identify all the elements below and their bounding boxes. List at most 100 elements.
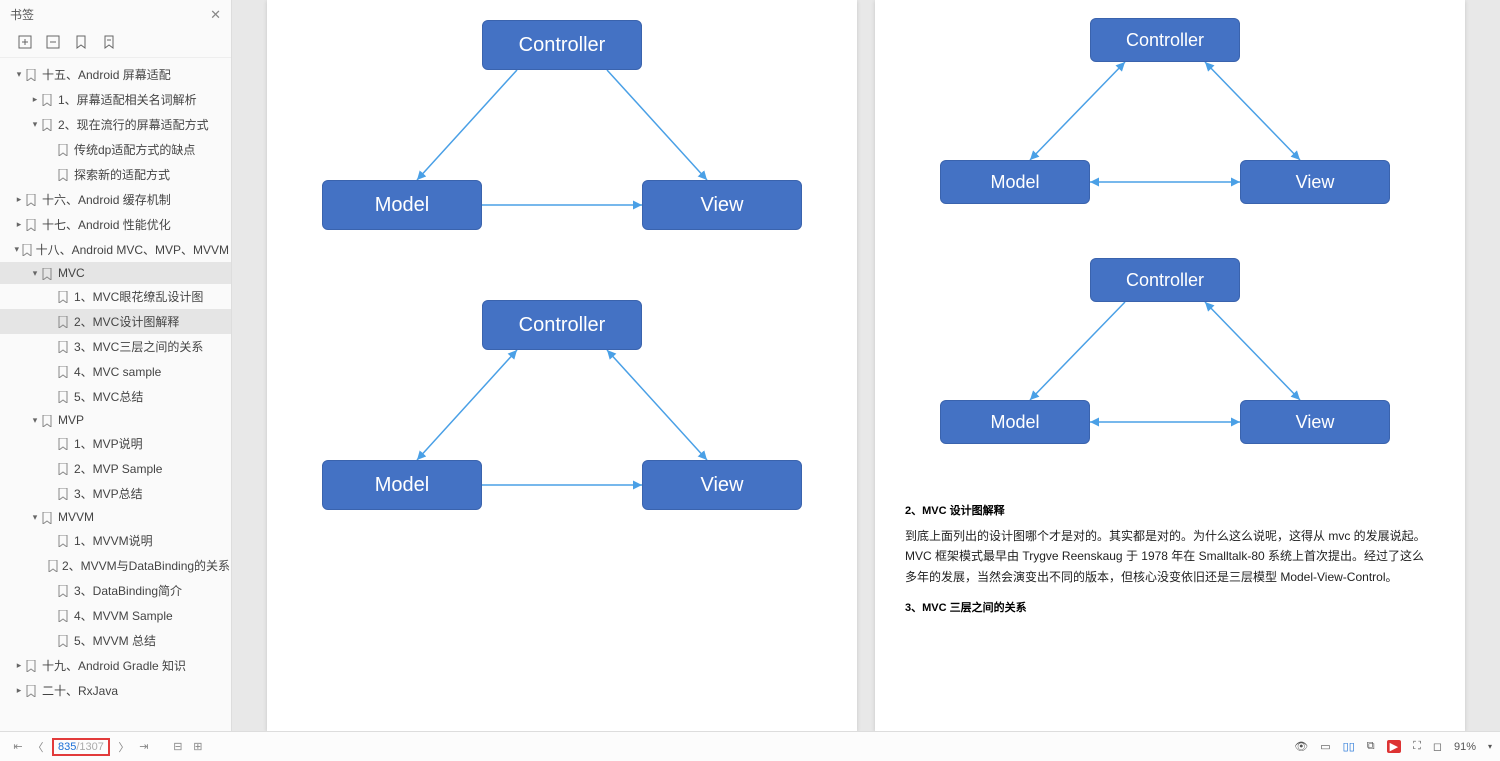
view-toolbar: 👁 ▭ ▯▯ ⧉ ▶ ⛶ ◻ 91% ▾ [1294, 740, 1492, 753]
bookmark-item[interactable]: ▾MVC [0, 262, 231, 284]
bookmark-icon [58, 634, 70, 648]
zoom-dropdown-icon[interactable]: ▾ [1488, 742, 1492, 751]
section2-paragraph: 到底上面列出的设计图哪个才是对的。其实都是对的。为什么这么说呢，这得从 mvc … [905, 526, 1435, 587]
mvc-diagram-3: Controller Model View [910, 10, 1430, 250]
bookmark-icon [58, 390, 70, 404]
bookmark-label: 2、现在流行的屏幕适配方式 [58, 116, 209, 133]
bookmark-item[interactable]: 3、MVP总结 [0, 481, 231, 506]
caret-icon: ▸ [30, 94, 40, 105]
zoom-in-button[interactable]: ⊞ [188, 740, 208, 753]
caret-icon: ▾ [30, 512, 40, 523]
bookmark-item[interactable]: 2、MVVM与DataBinding的关系 [0, 553, 231, 578]
bookmark-item[interactable]: 探索新的适配方式 [0, 162, 231, 187]
bookmark-item[interactable]: 5、MVC总结 [0, 384, 231, 409]
bookmark-item[interactable]: 5、MVVM 总结 [0, 628, 231, 653]
bookmark-item[interactable]: 2、MVP Sample [0, 456, 231, 481]
bookmark-label: 4、MVC sample [74, 363, 161, 380]
status-bar: ⇤ 〈 835 /1307 〉 ⇥ ⊟ ⊞ 👁 ▭ ▯▯ ⧉ ▶ ⛶ ◻ 91%… [0, 731, 1500, 761]
box-controller: Controller [482, 20, 642, 70]
caret-icon: ▾ [14, 69, 24, 80]
caret-icon: ▸ [14, 660, 24, 671]
caret-icon: ▾ [30, 415, 40, 426]
bookmark-item[interactable]: ▸1、屏幕适配相关名词解析 [0, 87, 231, 112]
bookmark-label: 2、MVVM与DataBinding的关系 [62, 557, 230, 574]
bookmark-item[interactable]: ▾2、现在流行的屏幕适配方式 [0, 112, 231, 137]
bookmark-item[interactable]: ▾ MVVM [0, 506, 231, 528]
bookmark-icon [58, 315, 70, 329]
bookmark-item[interactable]: 3、DataBinding简介 [0, 578, 231, 603]
bookmark-item[interactable]: ▸ 二十、RxJava [0, 678, 231, 703]
current-page: 835 [58, 741, 76, 753]
bookmark-item[interactable]: ▾十五、Android 屏幕适配 [0, 62, 231, 87]
slideshow-icon[interactable]: ▶ [1387, 740, 1401, 753]
bookmark-icon [26, 193, 38, 207]
bookmark-label: 十九、Android Gradle 知识 [42, 657, 186, 674]
zoom-level[interactable]: 91% [1454, 741, 1476, 753]
bookmark-item[interactable]: ▸十六、Android 缓存机制 [0, 187, 231, 212]
bookmark-icon [58, 290, 70, 304]
bookmark-label: 5、MVVM 总结 [74, 632, 156, 649]
continuous-icon[interactable]: ⧉ [1367, 740, 1375, 753]
zoom-out-button[interactable]: ⊟ [168, 740, 188, 753]
bookmark-icon [42, 93, 54, 107]
bookmark-label: 1、MVP说明 [74, 435, 143, 452]
expand-all-icon[interactable] [18, 35, 32, 49]
eye-icon[interactable]: 👁 [1294, 740, 1308, 753]
bookmark-item[interactable]: ▾十八、Android MVC、MVP、MVVM [0, 237, 231, 262]
box-controller: Controller [1090, 258, 1240, 302]
bookmark-label: 2、MVP Sample [74, 460, 162, 477]
bookmark-icon [58, 143, 70, 157]
bookmark-item[interactable]: ▸ 十九、Android Gradle 知识 [0, 653, 231, 678]
bookmark-label: 1、MVVM说明 [74, 532, 153, 549]
pdf-page-left: Controller Model View Controller Model V… [267, 0, 857, 731]
bookmark-item[interactable]: 3、MVC三层之间的关系 [0, 334, 231, 359]
caret-icon: ▾ [14, 244, 20, 255]
fit-page-icon[interactable]: ◻ [1433, 740, 1442, 753]
next-page-button[interactable]: 〉 [114, 739, 134, 755]
bookmark-icon [58, 584, 70, 598]
prev-page-button[interactable]: 〈 [28, 739, 48, 755]
collapse-all-icon[interactable] [46, 35, 60, 49]
last-page-button[interactable]: ⇥ [134, 740, 154, 753]
bookmark-icon [42, 266, 54, 280]
box-controller: Controller [1090, 18, 1240, 62]
bookmark-icon [42, 118, 54, 132]
bookmark-item[interactable]: 传统dp适配方式的缺点 [0, 137, 231, 162]
caret-icon: ▸ [14, 685, 24, 696]
first-page-button[interactable]: ⇤ [8, 740, 28, 753]
bookmark-item[interactable]: 1、MVP说明 [0, 431, 231, 456]
bookmark-label: 二十、RxJava [42, 682, 118, 699]
bookmark-tree[interactable]: ▾十五、Android 屏幕适配▸1、屏幕适配相关名词解析▾2、现在流行的屏幕适… [0, 58, 231, 731]
bookmark-alt-icon[interactable] [102, 35, 116, 49]
section3-title: 3、MVC 三层之间的关系 [905, 599, 1435, 615]
bookmark-label: 3、MVP总结 [74, 485, 143, 502]
bookmark-item[interactable]: 1、MVVM说明 [0, 528, 231, 553]
bookmark-icon [26, 684, 38, 698]
pdf-page-right: Controller Model View Controller Model V… [875, 0, 1465, 731]
document-view[interactable]: Controller Model View Controller Model V… [232, 0, 1500, 731]
box-view: View [642, 460, 802, 510]
bookmark-icon[interactable] [74, 35, 88, 49]
bookmark-label: MVC [58, 266, 85, 280]
bookmark-item[interactable]: 4、MVVM Sample [0, 603, 231, 628]
sidebar-toolbar [0, 29, 231, 58]
bookmark-icon [58, 462, 70, 476]
sidebar-header: 书签 ✕ [0, 0, 231, 29]
two-page-icon[interactable]: ▯▯ [1343, 740, 1355, 753]
bookmark-item[interactable]: ▸十七、Android 性能优化 [0, 212, 231, 237]
caret-icon: ▸ [14, 219, 24, 230]
bookmark-icon [58, 437, 70, 451]
bookmark-item[interactable]: 2、MVC设计图解释 [0, 309, 231, 334]
page-indicator[interactable]: 835 /1307 [52, 738, 110, 756]
bookmark-label: MVVM [58, 510, 94, 524]
bookmark-item[interactable]: 1、MVC眼花缭乱设计图 [0, 284, 231, 309]
bookmarks-sidebar: 书签 ✕ ▾十五、Android 屏幕适配▸1、屏幕适配相关名词解析▾2、现在流… [0, 0, 232, 731]
fit-width-icon[interactable]: ⛶ [1413, 740, 1421, 753]
bookmark-label: 2、MVC设计图解释 [74, 313, 179, 330]
bookmark-item[interactable]: ▾MVP [0, 409, 231, 431]
single-page-icon[interactable]: ▭ [1320, 740, 1330, 753]
bookmark-icon [58, 365, 70, 379]
total-pages: /1307 [76, 741, 104, 753]
bookmark-item[interactable]: 4、MVC sample [0, 359, 231, 384]
close-icon[interactable]: ✕ [210, 7, 221, 23]
